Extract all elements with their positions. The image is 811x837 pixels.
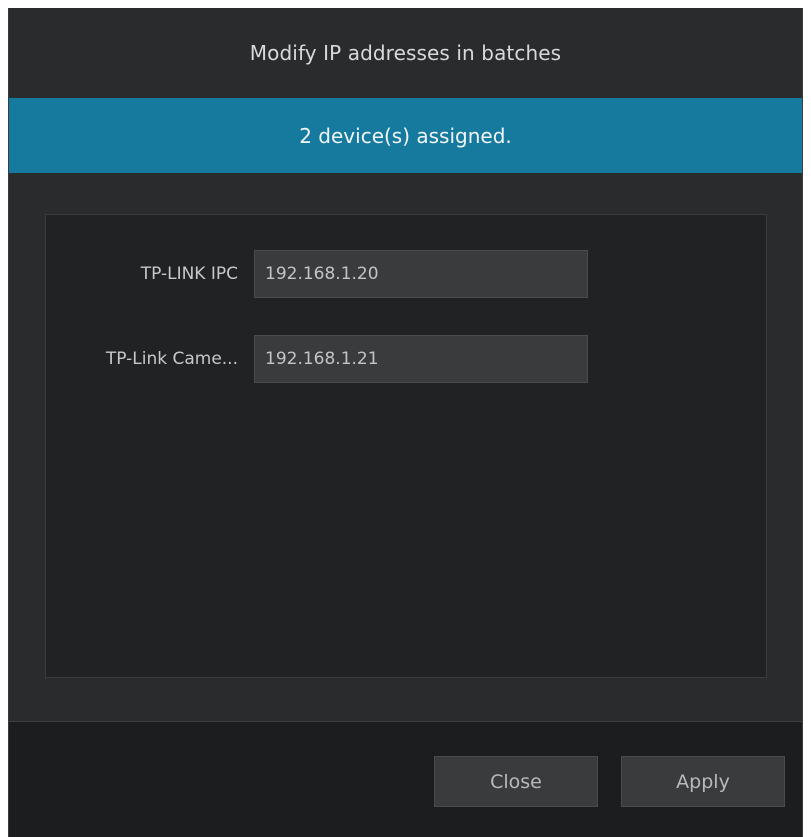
ip-address-input[interactable] (254, 335, 588, 383)
apply-button[interactable]: Apply (621, 756, 785, 807)
modify-ip-dialog: Modify IP addresses in batches 2 device(… (8, 8, 803, 837)
dialog-footer: Close Apply (9, 722, 802, 837)
device-name-label: TP-LINK IPC (140, 264, 238, 284)
device-row: TP-LINK IPC (46, 250, 766, 298)
dialog-title: Modify IP addresses in batches (249, 41, 562, 65)
close-button[interactable]: Close (434, 756, 598, 807)
device-name-label: TP-Link Came... (105, 349, 238, 369)
device-row: TP-Link Came... (46, 335, 766, 383)
ip-address-input[interactable] (254, 250, 588, 298)
assigned-count-banner: 2 device(s) assigned. (9, 98, 802, 173)
device-ip-list: TP-LINK IPC TP-Link Came... (45, 214, 767, 678)
